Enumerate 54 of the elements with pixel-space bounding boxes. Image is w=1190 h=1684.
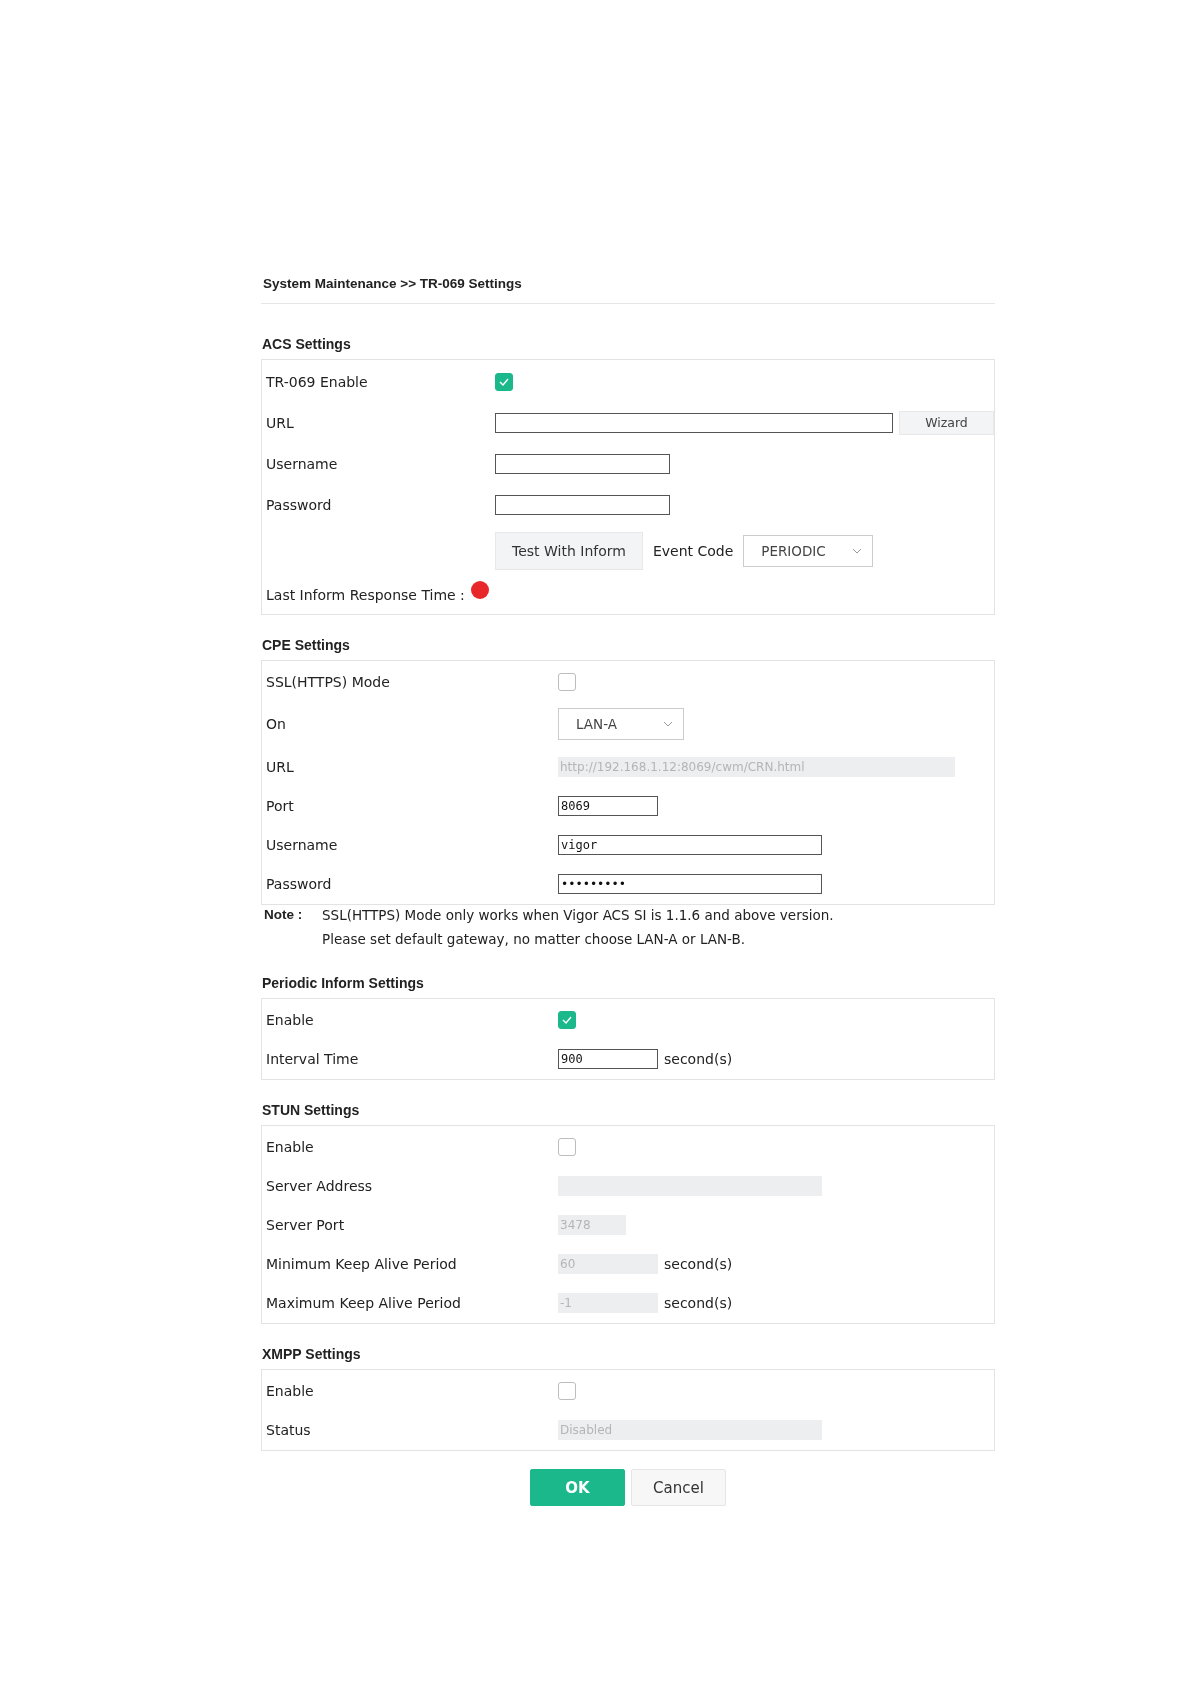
checkmark-icon — [499, 377, 509, 386]
checkbox[interactable] — [558, 672, 576, 691]
section-title: XMPP Settings — [261, 1346, 362, 1364]
input-field[interactable] — [495, 494, 670, 515]
note-text: SSL(HTTPS) Mode only works when Vigor ACS SI is 1.1.6 and above version. — [322, 907, 835, 923]
field-label: Status — [266, 1421, 312, 1438]
field-label: Minimum Keep Alive Period — [266, 1255, 458, 1272]
checkmark-icon — [562, 1015, 572, 1024]
section-title: STUN Settings — [261, 1102, 361, 1120]
dropdown[interactable]: PERIODIC — [743, 535, 874, 567]
field-label: Enable — [266, 1138, 315, 1155]
unit-label: second(s) — [664, 1050, 733, 1067]
input-field[interactable]: ••••••••• — [558, 873, 822, 894]
field-label: Username — [266, 836, 339, 853]
input-field[interactable]: vigor — [558, 834, 822, 855]
field-label: Last Inform Response Time : — [266, 587, 465, 603]
breadcrumb: System Maintenance >> TR-069 Settings — [261, 276, 995, 304]
input-field[interactable] — [495, 453, 670, 474]
input-field[interactable] — [495, 412, 893, 433]
checkbox[interactable] — [495, 372, 513, 391]
field-label: Enable — [266, 1382, 315, 1399]
field-label: URL — [266, 414, 295, 431]
wizard-button[interactable]: Wizard — [899, 410, 994, 435]
dropdown[interactable]: LAN-A — [558, 708, 684, 740]
input-field[interactable]: 8069 — [558, 795, 658, 816]
field-label: On — [266, 716, 287, 732]
field-label: TR-069 Enable — [266, 373, 369, 390]
checkbox[interactable] — [558, 1137, 576, 1156]
section-title: Periodic Inform Settings — [261, 975, 425, 993]
test-with-inform-button[interactable]: Test With Inform — [495, 532, 643, 570]
field-label: SSL(HTTPS) Mode — [266, 673, 391, 690]
section-title: CPE Settings — [261, 637, 351, 655]
chevron-down-icon — [663, 721, 673, 727]
field-label: Maximum Keep Alive Period — [266, 1294, 462, 1311]
field-label: Server Port — [266, 1216, 346, 1233]
section-title: ACS Settings — [261, 336, 352, 354]
field-label: Event Code — [652, 543, 734, 559]
note-label: Note : — [264, 907, 304, 923]
note-text: Please set default gateway, no matter choose LAN-A or LAN-B. — [322, 931, 746, 947]
field-label: Server Address — [266, 1177, 374, 1194]
chevron-down-icon — [852, 548, 863, 554]
field-label: Password — [266, 496, 333, 513]
field-label: Port — [266, 797, 295, 814]
unit-label: second(s) — [664, 1255, 733, 1272]
cancel-button[interactable]: Cancel — [631, 1469, 726, 1506]
checkbox[interactable] — [558, 1381, 576, 1400]
input-field[interactable]: 900 — [558, 1048, 658, 1069]
field-label: Enable — [266, 1011, 315, 1028]
field-label: Interval Time — [266, 1050, 360, 1067]
field-label: URL — [266, 758, 295, 775]
checkbox[interactable] — [558, 1010, 576, 1029]
field-label: Username — [266, 455, 339, 472]
field-label: Password — [266, 875, 333, 892]
unit-label: second(s) — [664, 1294, 733, 1311]
